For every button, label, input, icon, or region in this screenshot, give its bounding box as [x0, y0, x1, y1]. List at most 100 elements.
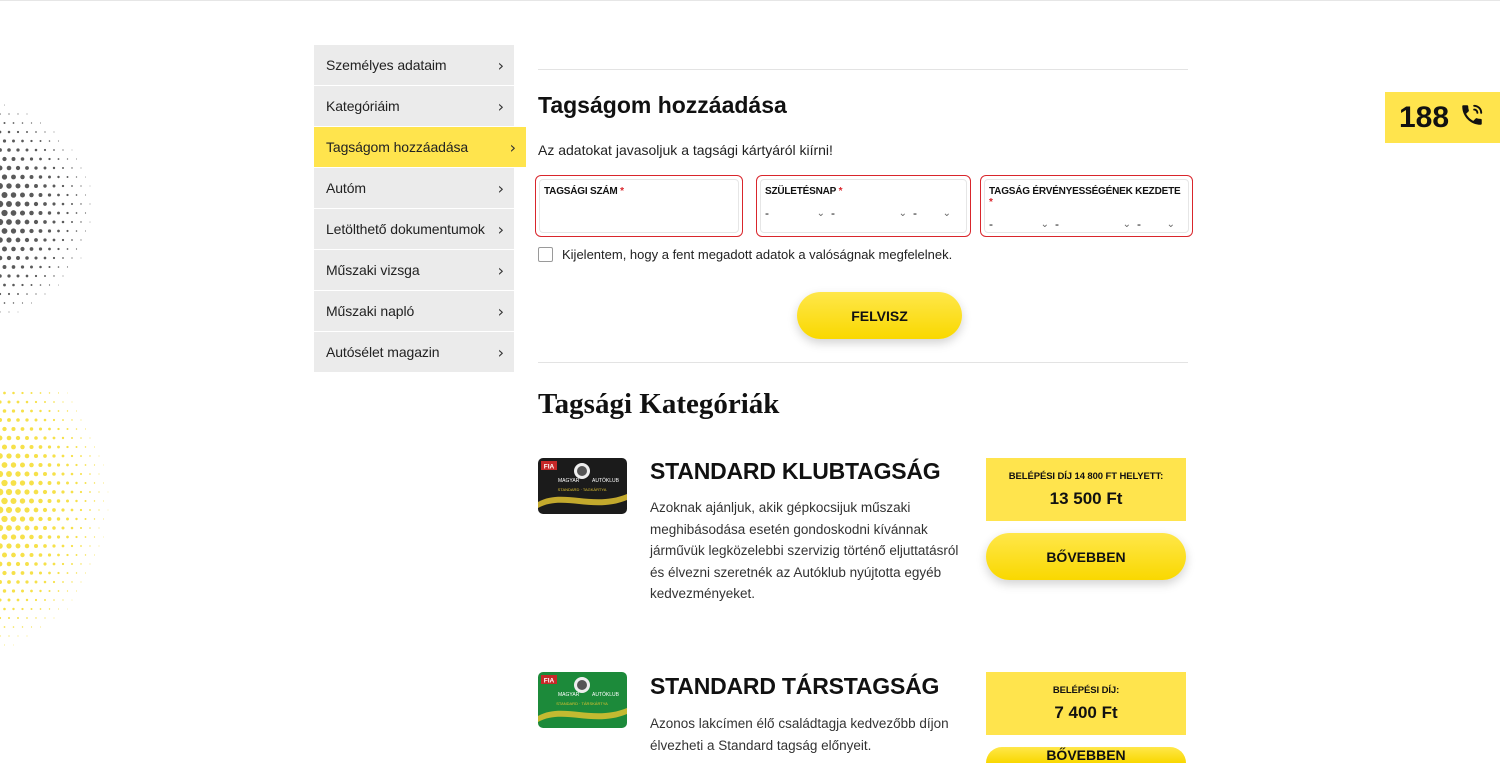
halftone-dot	[89, 221, 91, 223]
halftone-dot	[66, 266, 69, 268]
halftone-dot	[75, 194, 78, 196]
halftone-dot	[80, 167, 82, 169]
sidebar-item-technical-log[interactable]: Műszaki napló ›	[314, 291, 514, 332]
halftone-dot	[1, 534, 8, 540]
halftone-dot	[30, 265, 33, 269]
sidebar-item-my-car[interactable]: Autóm ›	[314, 168, 514, 209]
validity-start-field: TAGSÁG ÉRVÉNYESSÉGÉNEK KEZDETE * - ⌄ - ⌄ -…	[980, 175, 1193, 237]
halftone-dot	[7, 580, 11, 584]
halftone-dot	[52, 544, 56, 548]
halftone-dot	[7, 598, 11, 602]
select-value: -	[913, 206, 917, 220]
halftone-dot	[29, 247, 34, 251]
halftone-dot	[52, 508, 56, 512]
halftone-dot	[44, 131, 46, 133]
halftone-dot	[6, 525, 12, 531]
halftone-dot	[7, 418, 11, 422]
halftone-dot	[4, 104, 5, 106]
birthdate-day-select[interactable]: - ⌄	[913, 206, 957, 220]
halftone-dot	[52, 166, 56, 170]
halftone-dot	[7, 148, 11, 152]
birthdate-month-select[interactable]: - ⌄	[831, 206, 913, 220]
membership-number-input[interactable]	[544, 203, 734, 223]
validity-day-select[interactable]: - ⌄	[1137, 217, 1181, 231]
more-button[interactable]: BŐVEBBEN	[986, 533, 1186, 580]
halftone-dot	[34, 148, 38, 152]
validity-start-selects: - ⌄ - ⌄ - ⌄	[989, 217, 1184, 231]
halftone-dot	[20, 246, 25, 252]
halftone-dot	[71, 185, 73, 187]
sidebar-item-documents[interactable]: Letölthető dokumentumok ›	[314, 209, 514, 250]
halftone-dot	[57, 410, 60, 412]
halftone-dot	[80, 221, 82, 223]
halftone-dot	[38, 553, 43, 557]
halftone-dot	[11, 589, 16, 593]
halftone-dot	[2, 246, 7, 252]
halftone-dot	[0, 237, 3, 243]
declaration-label: Kijelentem, hogy a fent megadott adatok …	[562, 247, 953, 262]
halftone-dot	[43, 418, 47, 422]
sidebar-item-label: Autósélet magazin	[326, 344, 440, 360]
halftone-dot	[98, 491, 100, 493]
submit-button[interactable]: FELVISZ	[797, 292, 962, 339]
halftone-dot	[24, 183, 30, 189]
halftone-dot	[57, 445, 60, 449]
halftone-dot	[84, 572, 87, 574]
halftone-dot	[11, 246, 16, 252]
halftone-dot	[30, 626, 33, 628]
sidebar-item-personal-data[interactable]: Személyes adataim ›	[314, 45, 514, 86]
halftone-dot	[7, 400, 11, 404]
halftone-dot	[11, 426, 16, 432]
birthdate-year-select[interactable]: - ⌄	[765, 206, 831, 220]
halftone-dot	[79, 472, 83, 476]
halftone-dot	[10, 462, 17, 468]
declaration-checkbox[interactable]	[538, 247, 553, 262]
halftone-dot	[16, 274, 20, 278]
halftone-dot	[66, 410, 69, 412]
halftone-dot	[26, 635, 28, 637]
halftone-dot	[80, 419, 82, 421]
halftone-dot	[34, 562, 38, 566]
halftone-dot	[44, 599, 46, 601]
halftone-dot	[15, 561, 21, 567]
validity-year-select[interactable]: - ⌄	[989, 217, 1055, 231]
halftone-dot	[80, 563, 82, 565]
sidebar-item-add-membership[interactable]: Tagságom hozzáadása ›	[314, 127, 526, 168]
sidebar-item-magazine[interactable]: Autósélet magazin ›	[314, 332, 514, 373]
more-button[interactable]: BŐVEBBEN	[986, 747, 1186, 763]
halftone-dot	[25, 418, 29, 422]
halftone-dot	[35, 617, 37, 619]
select-value: -	[989, 217, 993, 231]
chevron-right-icon: ›	[497, 55, 504, 75]
halftone-dot	[61, 436, 65, 440]
halftone-dot	[10, 192, 17, 198]
required-mark: *	[989, 197, 993, 208]
halftone-dot	[62, 419, 64, 421]
halftone-dot	[76, 158, 77, 160]
chevron-down-icon: ⌄	[1166, 218, 1175, 230]
halftone-dot	[66, 535, 69, 539]
validity-month-select[interactable]: - ⌄	[1055, 217, 1137, 231]
halftone-dot	[62, 149, 64, 151]
halftone-dot	[57, 175, 60, 179]
halftone-dot	[0, 183, 3, 189]
halftone-dot	[34, 274, 38, 278]
sidebar-item-categories[interactable]: Kategóriáim ›	[314, 86, 514, 127]
halftone-dot	[12, 122, 15, 124]
phone-badge[interactable]: 188	[1385, 92, 1500, 143]
halftone-dot	[53, 401, 55, 403]
halftone-dot	[52, 580, 56, 584]
halftone-dot	[62, 275, 64, 277]
halftone-dot	[6, 183, 12, 189]
halftone-dot	[66, 553, 69, 557]
category-title: STANDARD TÁRSTAGSÁG	[650, 673, 940, 699]
halftone-dot	[21, 302, 24, 304]
halftone-dot	[2, 426, 7, 432]
halftone-dot	[47, 193, 52, 197]
sidebar-item-technical-inspection[interactable]: Műszaki vizsga ›	[314, 250, 514, 291]
halftone-dot	[39, 589, 42, 593]
declaration-row: Kijelentem, hogy a fent megadott adatok …	[538, 247, 952, 262]
membership-number-field[interactable]: TAGSÁGI SZÁM *	[535, 175, 743, 237]
field-label: TAGSÁG ÉRVÉNYESSÉGÉNEK KEZDETE *	[989, 186, 1184, 208]
halftone-dot	[57, 590, 60, 592]
